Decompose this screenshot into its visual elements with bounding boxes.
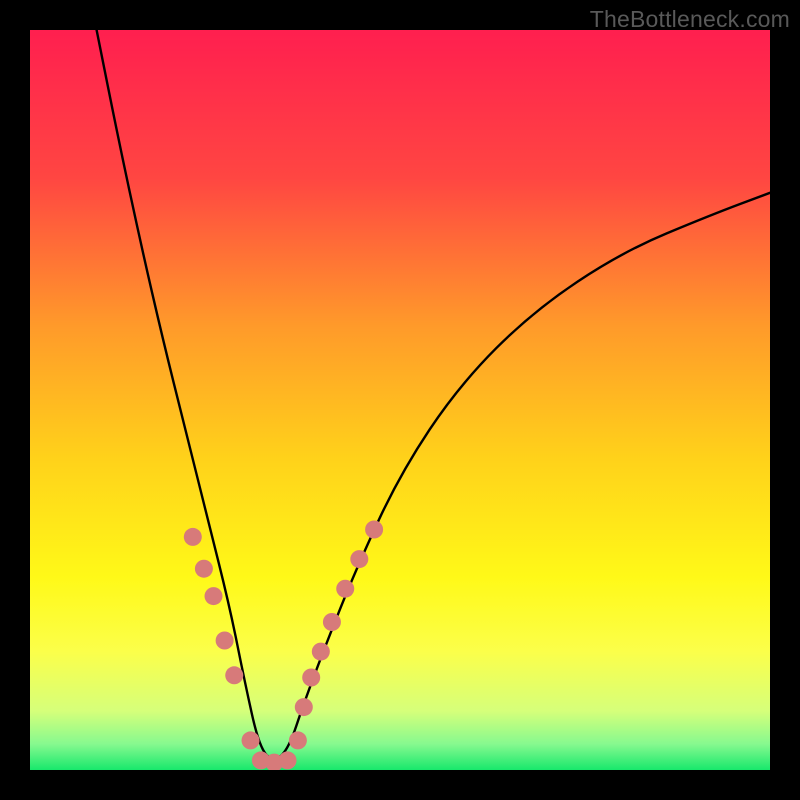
- watermark-text: TheBottleneck.com: [590, 6, 790, 33]
- chart-plot-area: [30, 30, 770, 770]
- curve-marker-dot: [295, 698, 313, 716]
- curve-marker-dot: [336, 580, 354, 598]
- curve-marker-dot: [242, 731, 260, 749]
- curve-marker-dot: [195, 560, 213, 578]
- curve-marker-dot: [216, 632, 234, 650]
- chart-svg: [30, 30, 770, 770]
- curve-marker-dot: [205, 587, 223, 605]
- chart-background: [30, 30, 770, 770]
- curve-marker-dot: [184, 528, 202, 546]
- curve-marker-dot: [302, 669, 320, 687]
- curve-marker-dot: [225, 666, 243, 684]
- curve-marker-dot: [289, 731, 307, 749]
- curve-marker-dot: [365, 521, 383, 539]
- curve-marker-dot: [279, 751, 297, 769]
- curve-marker-dot: [323, 613, 341, 631]
- curve-marker-dot: [312, 643, 330, 661]
- curve-marker-dot: [350, 550, 368, 568]
